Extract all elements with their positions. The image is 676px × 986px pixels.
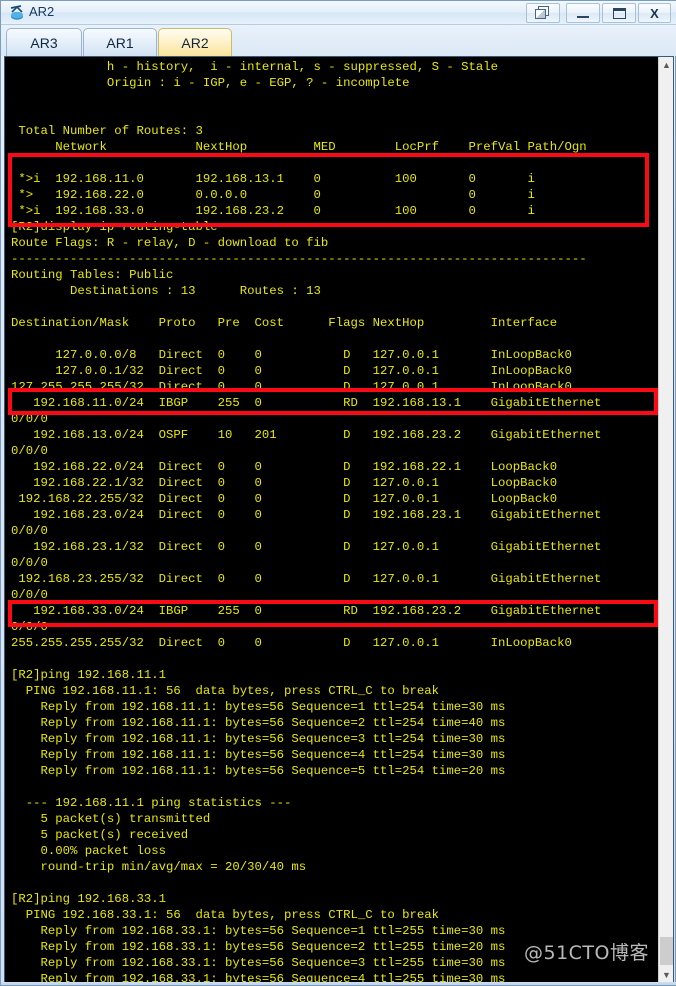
- tab-bar: AR3 AR1 AR2: [1, 25, 676, 56]
- tab-ar1[interactable]: AR1: [83, 28, 157, 56]
- vertical-scrollbar[interactable]: ▲ ▼: [658, 57, 673, 983]
- title-bar: AR2 X: [1, 1, 676, 25]
- console-output-area[interactable]: h - history, i - internal, s - suppresse…: [5, 57, 659, 983]
- minimize-button[interactable]: [566, 3, 600, 23]
- router-icon: [8, 4, 26, 22]
- window-title: AR2: [29, 4, 55, 19]
- tab-ar3[interactable]: AR3: [6, 28, 82, 56]
- console-text: h - history, i - internal, s - suppresse…: [11, 60, 602, 983]
- minimize-icon: [577, 15, 589, 18]
- scroll-up-arrow-icon[interactable]: ▲: [659, 57, 673, 73]
- maximize-button[interactable]: [602, 3, 636, 23]
- restore-icon: [535, 6, 551, 20]
- tab-label: AR1: [106, 34, 134, 51]
- tab-label: AR2: [181, 34, 209, 51]
- tab-ar2[interactable]: AR2: [158, 28, 232, 56]
- close-icon: X: [650, 5, 659, 21]
- close-button[interactable]: X: [638, 3, 671, 23]
- tab-label: AR3: [30, 34, 58, 51]
- window-bottom-edge: [1, 982, 676, 985]
- terminal-panel: h - history, i - internal, s - suppresse…: [4, 56, 674, 984]
- scroll-down-arrow-icon[interactable]: ▼: [659, 967, 673, 983]
- restore-button[interactable]: [526, 3, 560, 23]
- maximize-icon: [612, 7, 626, 19]
- watermark-text: @51CTO博客: [523, 942, 649, 964]
- emulator-window: AR2 X AR3 AR1 AR2 h - history, i - inter…: [0, 0, 676, 986]
- scrollbar-thumb[interactable]: [660, 937, 673, 965]
